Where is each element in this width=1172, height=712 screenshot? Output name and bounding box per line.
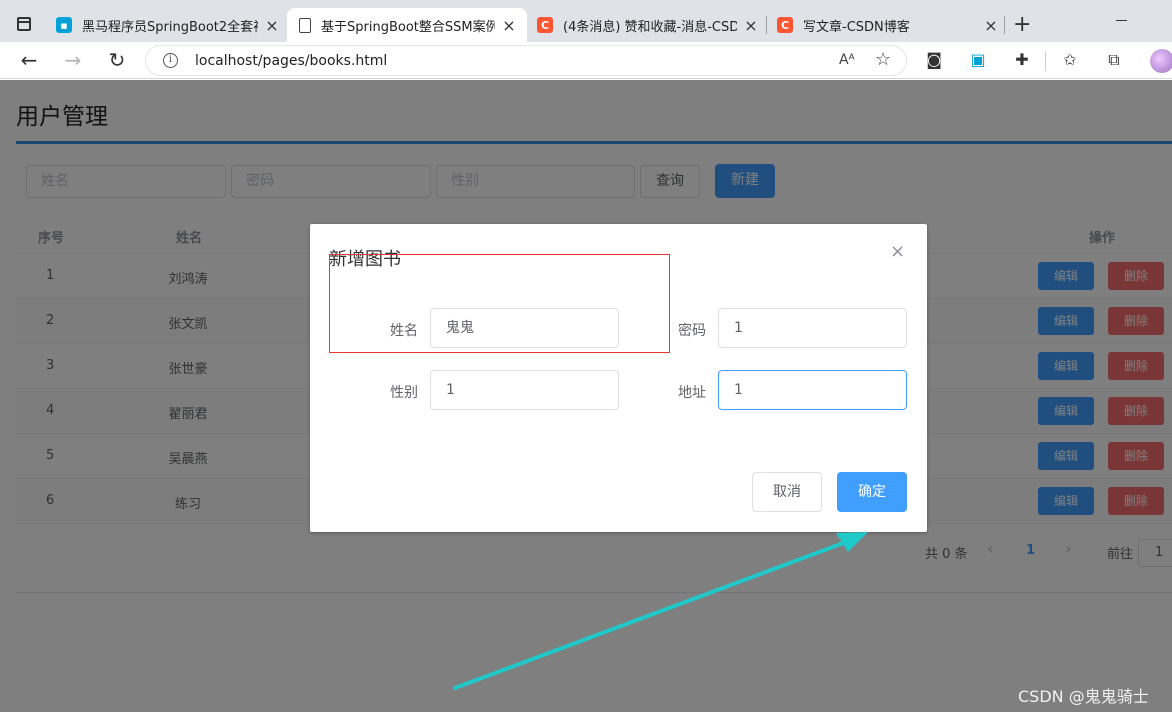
csdn-icon: C [537, 17, 553, 33]
tab-close-icon[interactable]: × [501, 16, 517, 35]
toolbar-separator [1045, 51, 1046, 71]
new-tab-button[interactable]: + [1013, 12, 1031, 37]
bilibili-extension-icon[interactable]: ▣ [968, 50, 988, 70]
tab-actions-icon[interactable] [17, 17, 31, 31]
csdn-watermark: CSDN @鬼鬼骑士 [1018, 687, 1149, 706]
tab-csdn-messages[interactable]: C (4条消息) 赞和收藏-消息-CSDN × [537, 8, 759, 42]
url-text[interactable]: localhost/pages/books.html [195, 53, 387, 69]
tab-springboot-ssm[interactable]: 基于SpringBoot整合SSM案例 × [287, 8, 527, 42]
confirm-button[interactable]: 确定 [837, 472, 907, 512]
browser-toolbar: ← → ↻ i localhost/pages/books.html Aᴬ ☆ … [0, 42, 1172, 79]
cancel-button[interactable]: 取消 [752, 472, 822, 512]
gender-label: 性别 [390, 385, 418, 401]
profile-avatar[interactable] [1150, 49, 1172, 73]
back-arrow-icon[interactable]: ← [17, 48, 41, 72]
refresh-icon[interactable]: ↻ [105, 48, 129, 72]
minimize-window-button[interactable] [1116, 20, 1127, 21]
document-icon [299, 17, 311, 33]
tab-title: 黑马程序员SpringBoot2全套视频 [82, 19, 258, 35]
annotation-highlight-box [329, 254, 670, 353]
address-bar[interactable]: i localhost/pages/books.html Aᴬ ☆ [145, 45, 907, 76]
extensions-puzzle-icon[interactable]: ✚ [1012, 50, 1032, 70]
tab-close-icon[interactable]: × [983, 16, 999, 35]
tab-separator [1004, 16, 1005, 34]
tab-close-icon[interactable]: × [264, 16, 280, 35]
read-aloud-icon[interactable]: Aᴬ [839, 52, 855, 68]
address-label: 地址 [678, 385, 706, 401]
tab-title: (4条消息) 赞和收藏-消息-CSDN [563, 19, 737, 35]
site-info-icon[interactable]: i [163, 53, 178, 68]
gender-field[interactable]: 1 [430, 370, 619, 410]
tab-separator [766, 16, 767, 34]
favorites-icon[interactable]: ✩ [1060, 50, 1080, 70]
dialog-close-icon[interactable]: × [890, 241, 905, 262]
tab-bilibili[interactable]: ▪ 黑马程序员SpringBoot2全套视频 × [56, 8, 280, 42]
tab-csdn-write[interactable]: C 写文章-CSDN博客 × [777, 8, 999, 42]
tab-title: 基于SpringBoot整合SSM案例 [321, 19, 495, 35]
add-favorite-icon[interactable]: ☆ [875, 49, 891, 70]
collections-icon[interactable]: ⧉ [1104, 50, 1124, 70]
forward-arrow-icon[interactable]: → [61, 48, 85, 72]
bilibili-icon: ▪ [56, 17, 72, 33]
tab-title: 写文章-CSDN博客 [803, 19, 910, 35]
extension-icon[interactable]: ◙ [924, 50, 944, 70]
csdn-icon: C [777, 17, 793, 33]
password-field[interactable]: 1 [718, 308, 907, 348]
tab-close-icon[interactable]: × [743, 16, 759, 35]
browser-tab-bar: ▪ 黑马程序员SpringBoot2全套视频 × 基于SpringBoot整合S… [0, 0, 1172, 42]
address-field[interactable]: 1 [718, 370, 907, 410]
